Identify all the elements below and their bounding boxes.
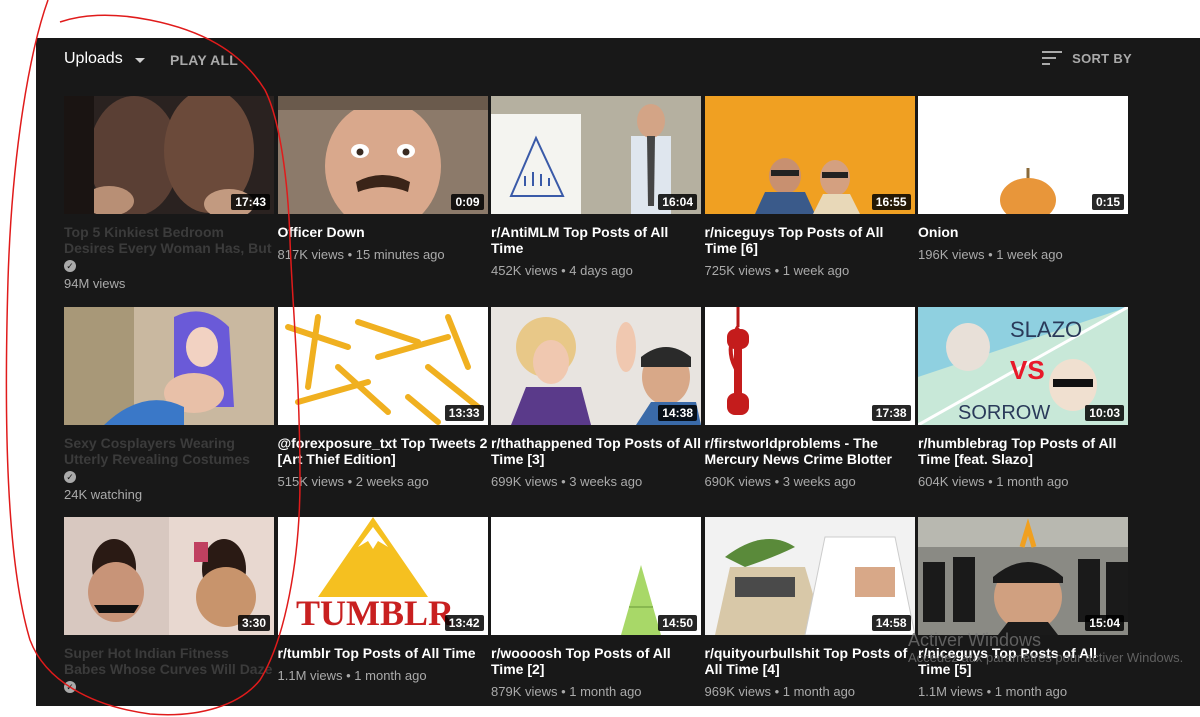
- video-card[interactable]: 0:09 Officer Down 817K views • 15 minute…: [277, 96, 488, 307]
- video-meta: 725K views • 1 week ago: [704, 263, 850, 278]
- video-thumbnail[interactable]: 0:15: [918, 96, 1128, 214]
- video-meta: 24K watching: [64, 486, 143, 502]
- video-thumbnail[interactable]: TUMBLR 13:42: [277, 517, 488, 635]
- video-meta: 94M views: [64, 276, 126, 291]
- thumbnail-text-sorrow: SORROW: [958, 402, 1050, 424]
- video-meta: 969K views • 1 month ago: [704, 684, 856, 699]
- sort-by-button[interactable]: SORT BY: [1042, 50, 1132, 66]
- thumbnail-text-vs: VS: [1010, 355, 1045, 385]
- video-title[interactable]: Officer Down: [278, 224, 488, 240]
- video-thumbnail[interactable]: [64, 306, 274, 425]
- thumbnail-text-slazo: SLAZO: [1010, 317, 1082, 342]
- sort-icon: [1042, 51, 1063, 65]
- duration-badge: 0:15: [1091, 194, 1124, 210]
- duration-badge: 15:04: [1085, 615, 1124, 631]
- verified-check-icon: ✓: [64, 681, 76, 693]
- video-card[interactable]: 16:55 r/niceguys Top Posts of All Time […: [704, 96, 915, 307]
- video-title[interactable]: r/niceguys Top Posts of All Time [5]: [918, 645, 1128, 677]
- video-card[interactable]: 16:04 r/AntiMLM Top Posts of All Time 45…: [491, 96, 701, 307]
- video-thumbnail[interactable]: SLAZO VS SORROW 10:03: [918, 306, 1128, 425]
- duration-badge: 0:09: [451, 194, 484, 210]
- video-title[interactable]: r/quityourbullshit Top Posts of All Time…: [705, 645, 915, 677]
- video-thumbnail[interactable]: 14:38: [491, 306, 701, 425]
- video-thumbnail[interactable]: 3:30: [64, 517, 274, 635]
- video-card[interactable]: 14:58 r/quityourbullshit Top Posts of Al…: [704, 517, 915, 706]
- duration-badge: 17:43: [231, 194, 270, 210]
- video-meta: 452K views • 4 days ago: [491, 263, 633, 278]
- video-title[interactable]: r/humblebrag Top Posts of All Time [feat…: [918, 435, 1128, 467]
- video-thumbnail[interactable]: 13:33: [277, 306, 488, 425]
- duration-badge: 14:38: [658, 404, 697, 421]
- duration-badge: 13:33: [444, 404, 484, 421]
- uploads-dropdown[interactable]: Uploads: [64, 50, 145, 68]
- video-meta: 879K views • 1 month ago: [491, 684, 642, 699]
- video-card[interactable]: 13:33 @forexposure_txt Top Tweets 2 [Art…: [277, 306, 488, 518]
- video-grid: 17:43 Top 5 Kinkiest Bedroom Desires Eve…: [64, 96, 1128, 706]
- duration-badge: 14:58: [871, 615, 911, 631]
- video-card[interactable]: 15:04 r/niceguys Top Posts of All Time […: [918, 517, 1128, 706]
- video-meta: 604K views • 1 month ago: [918, 473, 1069, 489]
- duration-badge: 13:42: [444, 615, 484, 631]
- video-meta: 196K views • 1 week ago: [918, 247, 1063, 262]
- video-thumbnail[interactable]: 14:50: [491, 517, 701, 635]
- video-card[interactable]: 17:43 Top 5 Kinkiest Bedroom Desires Eve…: [64, 96, 274, 307]
- video-card[interactable]: TUMBLR 13:42 r/tumblr Top Posts of All T…: [277, 517, 488, 706]
- video-card[interactable]: 3:30 Super Hot Indian Fitness Babes Whos…: [64, 517, 274, 706]
- video-meta: 690K views • 3 weeks ago: [704, 473, 856, 489]
- video-thumbnail[interactable]: 17:38: [704, 306, 915, 425]
- thumbnail-text-tumblr: TUMBLR: [296, 593, 455, 633]
- video-meta: 699K views • 3 weeks ago: [491, 473, 643, 489]
- caret-down-icon: [134, 57, 145, 63]
- video-meta: 1.1M views • 1 month ago: [277, 668, 427, 683]
- video-card[interactable]: Sexy Cosplayers Wearing Utterly Revealin…: [64, 306, 274, 518]
- video-thumbnail[interactable]: 15:04: [918, 517, 1128, 635]
- video-card[interactable]: SLAZO VS SORROW 10:03 r/humblebrag Top P…: [918, 306, 1128, 518]
- video-thumbnail[interactable]: 14:58: [704, 517, 915, 635]
- video-card[interactable]: 0:15 Onion 196K views • 1 week ago: [918, 96, 1128, 307]
- video-thumbnail[interactable]: 16:55: [704, 96, 915, 214]
- uploads-label: Uploads: [64, 50, 123, 67]
- video-card[interactable]: 14:50 r/woooosh Top Posts of All Time [2…: [491, 517, 701, 706]
- verified-check-icon: ✓: [64, 260, 76, 272]
- video-thumbnail[interactable]: 16:04: [491, 96, 701, 214]
- play-all-button[interactable]: PLAY ALL: [170, 52, 238, 68]
- duration-badge: 10:03: [1085, 404, 1124, 421]
- uploads-panel: Uploads PLAY ALL SORT BY 17:43 Top 5 Kin…: [36, 38, 1200, 706]
- thumbnail-image: [64, 306, 274, 425]
- video-title[interactable]: @forexposure_txt Top Tweets 2 [Art Thief…: [278, 435, 488, 467]
- duration-badge: 16:04: [658, 194, 697, 210]
- video-title[interactable]: Sexy Cosplayers Wearing Utterly Revealin…: [64, 435, 274, 467]
- video-title[interactable]: Top 5 Kinkiest Bedroom Desires Every Wom…: [64, 224, 274, 256]
- verified-check-icon: ✓: [64, 470, 76, 483]
- video-card[interactable]: 17:38 r/firstworldproblems - The Mercury…: [704, 306, 915, 518]
- video-meta: 817K views • 15 minutes ago: [277, 247, 445, 262]
- video-meta: 515K views • 2 weeks ago: [277, 473, 429, 489]
- video-title[interactable]: r/firstworldproblems - The Mercury News …: [705, 435, 915, 467]
- video-title[interactable]: Onion: [918, 224, 1128, 240]
- video-title[interactable]: Super Hot Indian Fitness Babes Whose Cur…: [64, 645, 274, 677]
- video-title[interactable]: r/tumblr Top Posts of All Time: [278, 645, 488, 661]
- video-title[interactable]: r/AntiMLM Top Posts of All Time: [491, 224, 701, 256]
- video-title[interactable]: r/thathappened Top Posts of All Time [3]: [491, 435, 701, 467]
- duration-badge: 16:55: [871, 194, 911, 210]
- video-title[interactable]: r/woooosh Top Posts of All Time [2]: [491, 645, 701, 677]
- duration-badge: 14:50: [658, 615, 697, 631]
- video-card[interactable]: 14:38 r/thathappened Top Posts of All Ti…: [491, 306, 701, 518]
- duration-badge: 3:30: [237, 615, 270, 631]
- video-title[interactable]: r/niceguys Top Posts of All Time [6]: [705, 224, 915, 256]
- sort-by-label: SORT BY: [1072, 50, 1132, 66]
- video-thumbnail[interactable]: 0:09: [277, 96, 488, 214]
- video-meta: 1.1M views • 1 month ago: [918, 684, 1068, 699]
- duration-badge: 17:38: [871, 404, 911, 421]
- video-thumbnail[interactable]: 17:43: [64, 96, 274, 214]
